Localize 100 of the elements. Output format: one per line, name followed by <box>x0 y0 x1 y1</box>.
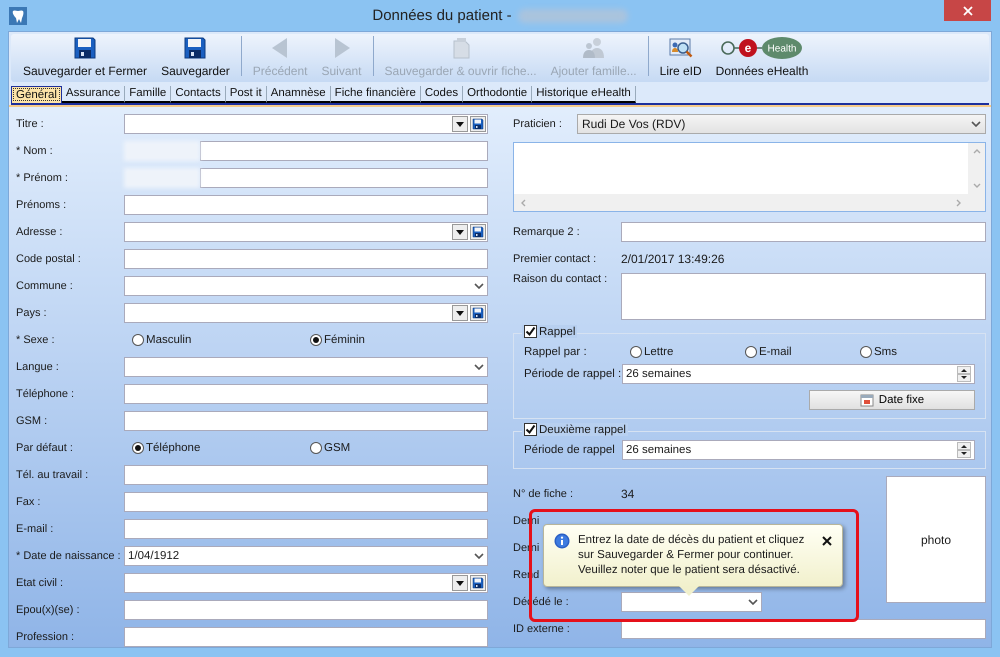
save-button[interactable] <box>470 575 486 591</box>
field-label: Premier contact : <box>513 253 598 265</box>
field-label: Par défaut : <box>16 442 74 454</box>
field-label: Prénoms : <box>16 199 68 211</box>
tab[interactable]: Orthodontie <box>463 86 532 103</box>
toolbar-button[interactable]: Sauvegarder <box>155 36 236 78</box>
date-field[interactable] <box>621 592 762 612</box>
checkbox-label: Deuxième rappel <box>539 424 626 436</box>
dropdown-button[interactable] <box>452 116 468 132</box>
field-label: Commune : <box>16 280 74 292</box>
toolbar-button[interactable]: e Health Données eHealth <box>710 36 814 78</box>
close-icon[interactable] <box>822 536 832 546</box>
text-field[interactable] <box>124 519 488 539</box>
spin-buttons[interactable] <box>957 366 971 382</box>
checkbox[interactable] <box>524 423 537 436</box>
field-label: Profession : <box>16 631 76 643</box>
toolbar-button[interactable]: Sauvegarder et Fermer <box>17 36 154 78</box>
radio-label: Masculin <box>146 334 192 346</box>
text-field[interactable] <box>200 141 488 161</box>
save-icon <box>472 226 484 238</box>
text-field[interactable] <box>124 627 488 647</box>
text-field[interactable] <box>124 600 488 620</box>
text-field[interactable] <box>124 384 488 404</box>
text-field[interactable] <box>621 619 986 639</box>
radio-button[interactable] <box>630 346 642 358</box>
field-label: Fax : <box>16 496 42 508</box>
checkbox[interactable] <box>524 325 537 338</box>
close-icon <box>962 6 972 16</box>
text-field[interactable] <box>621 222 986 242</box>
dropdown-field[interactable]: Rudi De Vos (RDV) <box>577 114 986 134</box>
chevron-down-icon[interactable] <box>474 553 484 559</box>
radio-button[interactable] <box>310 334 322 346</box>
dropdown-field[interactable] <box>124 222 488 242</box>
chevron-down-icon[interactable] <box>971 121 981 127</box>
tab[interactable]: Général <box>11 86 62 103</box>
spin-field[interactable]: 26 semaines <box>622 440 975 460</box>
text-field[interactable] <box>124 195 488 215</box>
text-field[interactable] <box>124 249 488 269</box>
toolbar-button[interactable]: Lire eID <box>654 36 708 78</box>
chevron-down-icon[interactable] <box>474 364 484 370</box>
radio-label: E-mail <box>759 346 792 358</box>
field-value: 2/01/2017 13:49:26 <box>621 252 726 266</box>
tab[interactable]: Fiche financière <box>330 86 421 103</box>
tab[interactable]: Codes <box>420 86 464 103</box>
radio-button[interactable] <box>745 346 757 358</box>
radio-button[interactable] <box>860 346 872 358</box>
dropdown-field[interactable]: 1/04/1912 <box>124 546 488 566</box>
field-label: E-mail : <box>16 523 54 535</box>
save-button[interactable] <box>470 224 486 240</box>
dropdown-button[interactable] <box>452 224 468 240</box>
field-label: * Date de naissance : <box>16 550 122 562</box>
checkbox-label: Rappel <box>539 326 576 338</box>
field-label: Période de rappel : <box>524 368 622 380</box>
radio-button[interactable] <box>310 442 322 454</box>
save-icon <box>73 36 98 60</box>
tooth-icon <box>9 6 27 24</box>
field-label: ID externe : <box>513 623 571 635</box>
text-field[interactable] <box>124 465 488 485</box>
triangle-down-icon <box>456 580 464 586</box>
radio-label: Sms <box>874 346 897 358</box>
tab[interactable]: Historique eHealth <box>532 86 636 103</box>
window-title: Données du patient - <box>372 7 512 24</box>
dropdown-button[interactable] <box>452 305 468 321</box>
chevron-down-icon[interactable] <box>748 599 758 605</box>
field-label: Epou(x)(se) : <box>16 604 81 616</box>
dropdown-field[interactable] <box>124 114 488 134</box>
radio-button[interactable] <box>132 334 144 346</box>
text-field[interactable] <box>124 411 488 431</box>
save-icon <box>472 118 484 130</box>
dropdown-field[interactable] <box>124 357 488 377</box>
radio-button[interactable] <box>132 442 144 454</box>
id-card-magnifier-icon <box>668 36 693 60</box>
triangle-down-icon <box>456 310 464 316</box>
close-button[interactable] <box>944 0 991 21</box>
save-icon <box>472 577 484 589</box>
save-button[interactable] <box>470 305 486 321</box>
photo-field[interactable]: photo <box>886 476 986 603</box>
save-button[interactable] <box>470 116 486 132</box>
chevron-down-icon[interactable] <box>474 283 484 289</box>
field-label: N° de fiche : <box>513 488 574 500</box>
tab[interactable]: Anamnèse <box>266 86 331 103</box>
tab[interactable]: Assurance <box>62 86 126 103</box>
tab[interactable]: Famille <box>125 86 172 103</box>
field-label: * Prénom : <box>16 172 69 184</box>
dropdown-field[interactable] <box>124 276 488 296</box>
dropdown-field[interactable] <box>124 303 488 323</box>
field-label: Praticien : <box>513 118 563 130</box>
tab[interactable]: Contacts <box>171 86 226 103</box>
text-field[interactable] <box>124 492 488 512</box>
spin-buttons[interactable] <box>957 442 971 458</box>
dropdown-button[interactable] <box>452 575 468 591</box>
tooltip-text: Entrez la date de décès du patient et cliquez sur Sauvegarder & Fermer pour continuer. Veuillez noter que le patient sera désactivé. <box>578 533 806 578</box>
text-field[interactable] <box>200 168 488 188</box>
tab[interactable]: Post it <box>226 86 267 103</box>
field-label: Pays : <box>16 307 48 319</box>
date-button[interactable]: Date fixe <box>809 390 975 410</box>
dropdown-field[interactable] <box>124 573 488 593</box>
spin-field[interactable]: 26 semaines <box>622 364 975 384</box>
field-label: Adresse : <box>16 226 64 238</box>
field-label: Langue : <box>16 361 60 373</box>
